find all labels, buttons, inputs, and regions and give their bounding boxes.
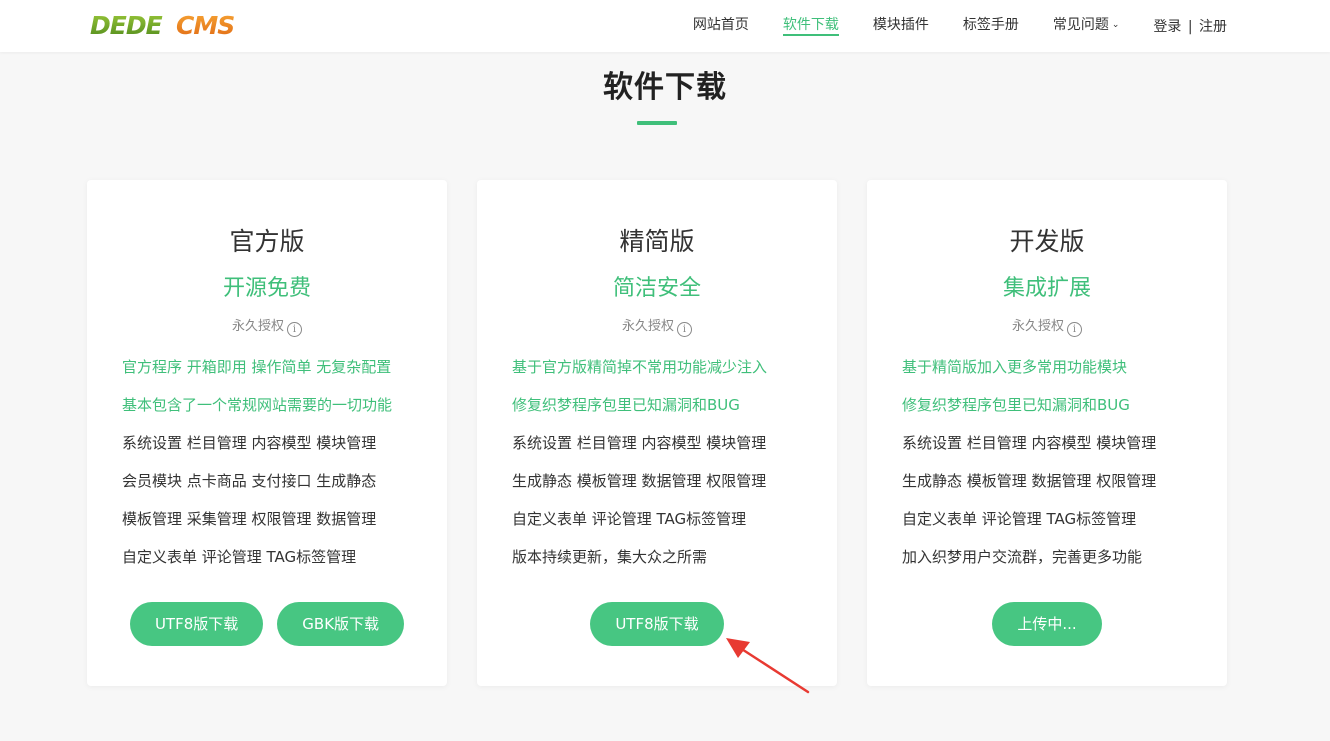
card-title: 开发版 <box>1009 227 1085 256</box>
feature-item: 修复织梦程序包里已知漏洞和BUG <box>512 396 740 414</box>
nav-plugins-label: 模块插件 <box>872 17 929 33</box>
card-slogan: 简洁安全 <box>612 276 701 301</box>
uploading-button[interactable]: 上传中... <box>992 602 1102 646</box>
gbk-download-button[interactable]: GBK版下载 <box>277 602 405 646</box>
utf8-download-button[interactable]: UTF8版下载 <box>129 602 264 646</box>
card-official: 官方版 开源免费 永久授权 i 官方程序 开箱即用 操作简单 无复杂配置 基本包含… <box>87 180 447 686</box>
card-license: 永久授权 i <box>477 315 837 337</box>
utf8-download-button[interactable]: UTF8版下载 <box>590 602 724 646</box>
feature-item: 生成静态 模板管理 数据管理 权限管理 <box>902 472 1157 490</box>
nav-download[interactable]: 软件下载 <box>782 0 839 52</box>
feature-item: 自定义表单 评论管理 TAG标签管理 <box>122 548 357 566</box>
button-row: 上传中... <box>867 602 1227 646</box>
feature-item: 自定义表单 评论管理 TAG标签管理 <box>512 510 747 528</box>
feature-item: 基于精简版加入更多常用功能模块 <box>902 358 1128 376</box>
main-nav: 网站首页 软件下载 模块插件 标签手册 常见问题 ⌄ 登录 | 注册 <box>693 0 1227 52</box>
nav-home[interactable]: 网站首页 <box>693 0 749 52</box>
header: DEDE CMS 网站首页 软件下载 模块插件 标签手册 常见问题 ⌄ 登录 | … <box>0 0 1330 52</box>
card-title: 官方版 <box>229 227 305 256</box>
auth-links: 登录 | 注册 <box>1153 16 1227 36</box>
info-icon[interactable]: i <box>1067 322 1082 337</box>
card-license: 永久授权 i <box>867 315 1227 337</box>
login-link[interactable]: 登录 <box>1153 19 1181 35</box>
feature-item: 基于官方版精简掉不常用功能减少注入 <box>512 358 768 376</box>
nav-faq-label: 常见问题 <box>1052 17 1109 33</box>
page-title: 软件下载 <box>603 70 727 105</box>
red-arrow-annotation <box>726 638 810 694</box>
nav-download-label: 软件下载 <box>782 17 839 33</box>
nav-tag-manual-label: 标签手册 <box>962 17 1019 33</box>
info-icon[interactable]: i <box>287 322 302 337</box>
license-label: 永久授权 <box>621 319 674 334</box>
info-icon[interactable]: i <box>677 322 692 337</box>
feature-item: 系统设置 栏目管理 内容模型 模块管理 <box>122 434 377 452</box>
feature-item: 生成静态 模板管理 数据管理 权限管理 <box>512 472 767 490</box>
dedecms-logo[interactable]: DEDE CMS <box>88 9 258 41</box>
license-label: 永久授权 <box>1011 319 1064 334</box>
license-label: 永久授权 <box>231 319 284 334</box>
card-license: 永久授权 i <box>87 315 447 337</box>
card-slogan: 集成扩展 <box>1002 276 1091 301</box>
svg-text:CMS: CMS <box>176 11 234 40</box>
feature-list: 基于官方版精简掉不常用功能减少注入 修复织梦程序包里已知漏洞和BUG 系统设置 … <box>512 355 822 583</box>
feature-list: 官方程序 开箱即用 操作简单 无复杂配置 基本包含了一个常规网站需要的一切功能 … <box>122 355 432 583</box>
feature-item: 修复织梦程序包里已知漏洞和BUG <box>902 396 1130 414</box>
nav-faq[interactable]: 常见问题 ⌄ <box>1053 0 1120 52</box>
button-row: UTF8版下载 GBK版下载 <box>87 602 447 646</box>
feature-item: 系统设置 栏目管理 内容模型 模块管理 <box>512 434 767 452</box>
feature-item: 官方程序 开箱即用 操作简单 无复杂配置 <box>122 358 392 376</box>
feature-item: 自定义表单 评论管理 TAG标签管理 <box>902 510 1137 528</box>
register-link[interactable]: 注册 <box>1199 19 1227 35</box>
nav-tag-manual[interactable]: 标签手册 <box>963 0 1019 52</box>
feature-item: 系统设置 栏目管理 内容模型 模块管理 <box>902 434 1157 452</box>
feature-item: 会员模块 点卡商品 支付接口 生成静态 <box>122 472 377 490</box>
card-slogan: 开源免费 <box>222 276 311 301</box>
feature-item: 版本持续更新，集大众之所需 <box>512 548 708 566</box>
title-underline <box>637 121 677 125</box>
nav-home-label: 网站首页 <box>692 17 749 33</box>
svg-text:DEDE: DEDE <box>90 11 163 40</box>
feature-list: 基于精简版加入更多常用功能模块 修复织梦程序包里已知漏洞和BUG 系统设置 栏目… <box>902 355 1212 583</box>
nav-plugins[interactable]: 模块插件 <box>873 0 929 52</box>
feature-item: 模板管理 采集管理 权限管理 数据管理 <box>122 510 377 528</box>
card-dev: 开发版 集成扩展 永久授权 i 基于精简版加入更多常用功能模块 修复织梦程序包里已… <box>867 180 1227 686</box>
feature-item: 加入织梦用户交流群，完善更多功能 <box>902 548 1143 566</box>
auth-separator: | <box>1187 19 1193 35</box>
chevron-down-icon: ⌄ <box>1111 20 1120 30</box>
card-title: 精简版 <box>619 227 695 256</box>
feature-item: 基本包含了一个常规网站需要的一切功能 <box>122 396 393 414</box>
card-lite: 精简版 简洁安全 永久授权 i 基于官方版精简掉不常用功能减少注入 修复织梦程序包… <box>477 180 837 686</box>
